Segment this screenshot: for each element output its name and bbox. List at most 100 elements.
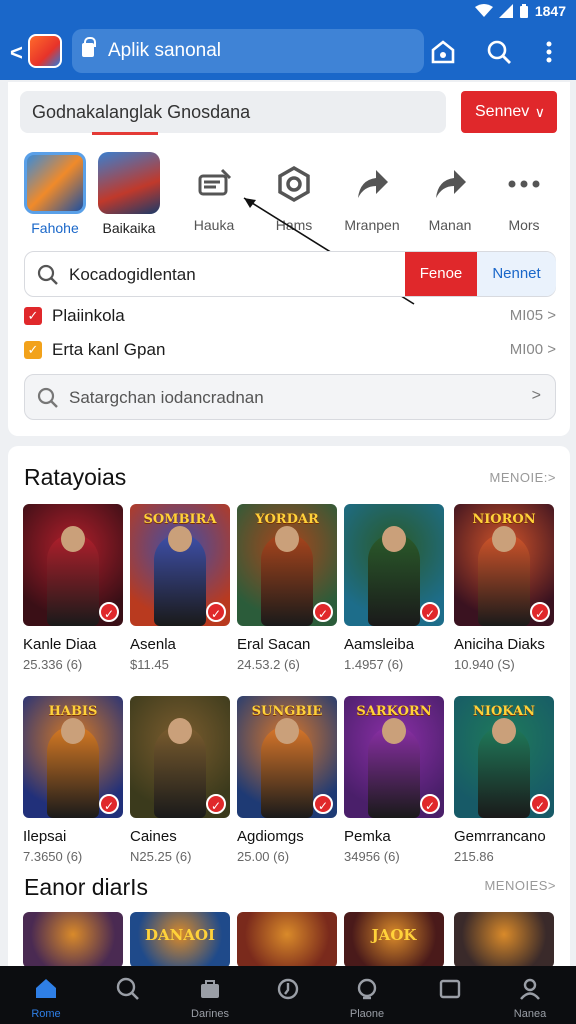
secondary-search[interactable]: Kocadogidlentan Fenoe Nennet: [24, 251, 556, 297]
back-button[interactable]: <: [10, 40, 23, 66]
search-button[interactable]: Sennev ∨: [461, 91, 557, 133]
search-icon[interactable]: [486, 39, 512, 65]
tertiary-search-input[interactable]: Satargchan iodancradnan: [69, 388, 264, 408]
secondary-search-input[interactable]: Kocadogidlentan: [69, 265, 196, 285]
character-head: [61, 526, 85, 552]
top-card: Godnakalanglak Gnosdana Sennev ∨ Fahohe …: [8, 82, 570, 436]
check-badge-icon: ✓: [530, 602, 550, 622]
clock-icon: [277, 978, 299, 1000]
section-more-link[interactable]: MENOIES>: [484, 878, 556, 893]
game-cover[interactable]: SOMBIRA ✓: [130, 504, 230, 626]
games-card: Ratayoias MENOIE:> ✓ Kanle Diaa 25.336 (6)…: [8, 446, 570, 1024]
search-icon: [37, 264, 58, 285]
app-bar: < Aplik sanonal: [0, 24, 576, 80]
game-tile[interactable]: NIORON ✓ Aniciha Diaks 10.940 (S): [454, 504, 554, 672]
game-tile[interactable]: SARKORN ✓ Pemka 34956 (6): [344, 696, 444, 864]
game-cover[interactable]: ✓: [344, 504, 444, 626]
nav-item[interactable]: [88, 976, 168, 1008]
check-row-1[interactable]: ✓ Plaiinkola MI05 >: [22, 304, 556, 330]
nav-item[interactable]: [248, 976, 328, 1008]
check-row-value: MI05 >: [509, 307, 556, 324]
checkbox-checked[interactable]: ✓: [24, 307, 42, 325]
home-outline-icon[interactable]: [430, 39, 456, 65]
game-cover[interactable]: NIORON ✓: [454, 504, 554, 626]
quick-action-6[interactable]: Manan: [414, 152, 486, 233]
tertiary-search[interactable]: Satargchan iodancradnan >: [24, 374, 556, 420]
checkbox-checked[interactable]: ✓: [24, 341, 42, 359]
quick-action-label: Mors: [508, 217, 540, 233]
game-tile[interactable]: ✓ Kanle Diaa 25.336 (6): [23, 504, 123, 672]
filter-button-secondary[interactable]: Nennet: [477, 252, 556, 296]
game-name: Aamsleiba: [344, 636, 415, 653]
game-tile[interactable]: NIOKAN ✓ Gemrrancano 215.86: [454, 696, 554, 864]
game-tile[interactable]: YORDAR ✓ Eral Sacan 24.53.2 (6): [237, 504, 337, 672]
game-banner: SOMBIRA: [143, 512, 217, 527]
game-tile[interactable]: HABIS ✓ Ilepsai 7.3650 (6): [23, 696, 123, 864]
quick-action-2[interactable]: Baikaika: [93, 152, 165, 236]
game-cover[interactable]: NIOKAN ✓: [454, 696, 554, 818]
game-tile[interactable]: SUNGBIE ✓ Agdiomgs 25.00 (6): [237, 696, 337, 864]
chevron-down-icon: ∨: [534, 104, 545, 120]
game-name: Asenla: [130, 636, 176, 653]
check-badge-icon: ✓: [530, 794, 550, 814]
quick-action-1[interactable]: Fahohe: [19, 152, 91, 236]
game-name: Pemka: [344, 828, 391, 845]
check-row-value-text: MI00: [509, 341, 544, 358]
game-tile[interactable]: SOMBIRA ✓ Asenla $11.45: [130, 504, 230, 672]
search-icon: [37, 387, 58, 408]
game-meta: 215.86: [454, 849, 494, 864]
tag-icon: [198, 168, 232, 196]
game-name: Agdiomgs: [237, 828, 304, 845]
game-tile[interactable]: JAOK: [344, 912, 444, 968]
app-logo[interactable]: [28, 34, 62, 68]
game-tile[interactable]: ✓ Caines N25.25 (6): [130, 696, 230, 864]
game-cover[interactable]: SARKORN ✓: [344, 696, 444, 818]
game-meta: 10.940 (S): [454, 657, 515, 672]
nav-item[interactable]: Nanea: [490, 976, 570, 1020]
search-button-label: Sennev: [475, 103, 530, 120]
nav-item[interactable]: Darines: [170, 976, 250, 1020]
game-tile[interactable]: [237, 912, 337, 968]
signal-icon: [498, 4, 513, 18]
game-tile[interactable]: ✓ Aamsleiba 1.4957 (6): [344, 504, 444, 672]
character-head: [275, 526, 299, 552]
game-meta: N25.25 (6): [130, 849, 192, 864]
filter-button-primary[interactable]: Fenoe: [405, 252, 477, 296]
home-icon: [36, 979, 56, 998]
nav-item[interactable]: Plaone: [327, 976, 407, 1020]
game-tile[interactable]: [454, 912, 554, 968]
quick-action-label: Manan: [428, 217, 472, 233]
game-cover[interactable]: HABIS ✓: [23, 696, 123, 818]
section-title: Eanor diarIs: [24, 874, 149, 900]
url-bar[interactable]: Aplik sanonal: [72, 29, 424, 73]
character-head: [382, 526, 406, 552]
wifi-icon: [474, 4, 493, 17]
nav-item[interactable]: [410, 976, 490, 1008]
game-cover[interactable]: ✓: [23, 504, 123, 626]
window-icon: [439, 979, 461, 999]
bottom-nav: Rome Darines Plaone Nanea: [0, 966, 576, 1024]
game-name: Ilepsai: [23, 828, 67, 845]
more-vert-icon[interactable]: [536, 39, 562, 65]
game-cover[interactable]: ✓: [130, 696, 230, 818]
url-text: Aplik sanonal: [108, 40, 222, 61]
check-badge-icon: ✓: [420, 602, 440, 622]
character-head: [168, 718, 192, 744]
section-more-link[interactable]: MENOIE:>: [490, 470, 557, 485]
section-title: Ratayoias: [24, 464, 127, 490]
game-cover[interactable]: SUNGBIE ✓: [237, 696, 337, 818]
character-head: [61, 718, 85, 744]
check-badge-icon: ✓: [206, 794, 226, 814]
game-tile[interactable]: DANAOI: [130, 912, 230, 968]
quick-action-7[interactable]: Mors: [488, 152, 560, 233]
nav-item[interactable]: Rome: [6, 976, 86, 1020]
game-banner: NIOKAN: [472, 704, 536, 719]
check-row-2[interactable]: ✓ Erta kanl Gpan MI00 >: [22, 338, 556, 364]
character-head: [492, 526, 516, 552]
game-banner: JAOK: [371, 926, 417, 944]
game-tile[interactable]: [23, 912, 123, 968]
lock-icon: [82, 37, 96, 57]
main-search-input[interactable]: Godnakalanglak Gnosdana: [20, 91, 446, 133]
check-badge-icon: ✓: [99, 602, 119, 622]
game-cover[interactable]: YORDAR ✓: [237, 504, 337, 626]
